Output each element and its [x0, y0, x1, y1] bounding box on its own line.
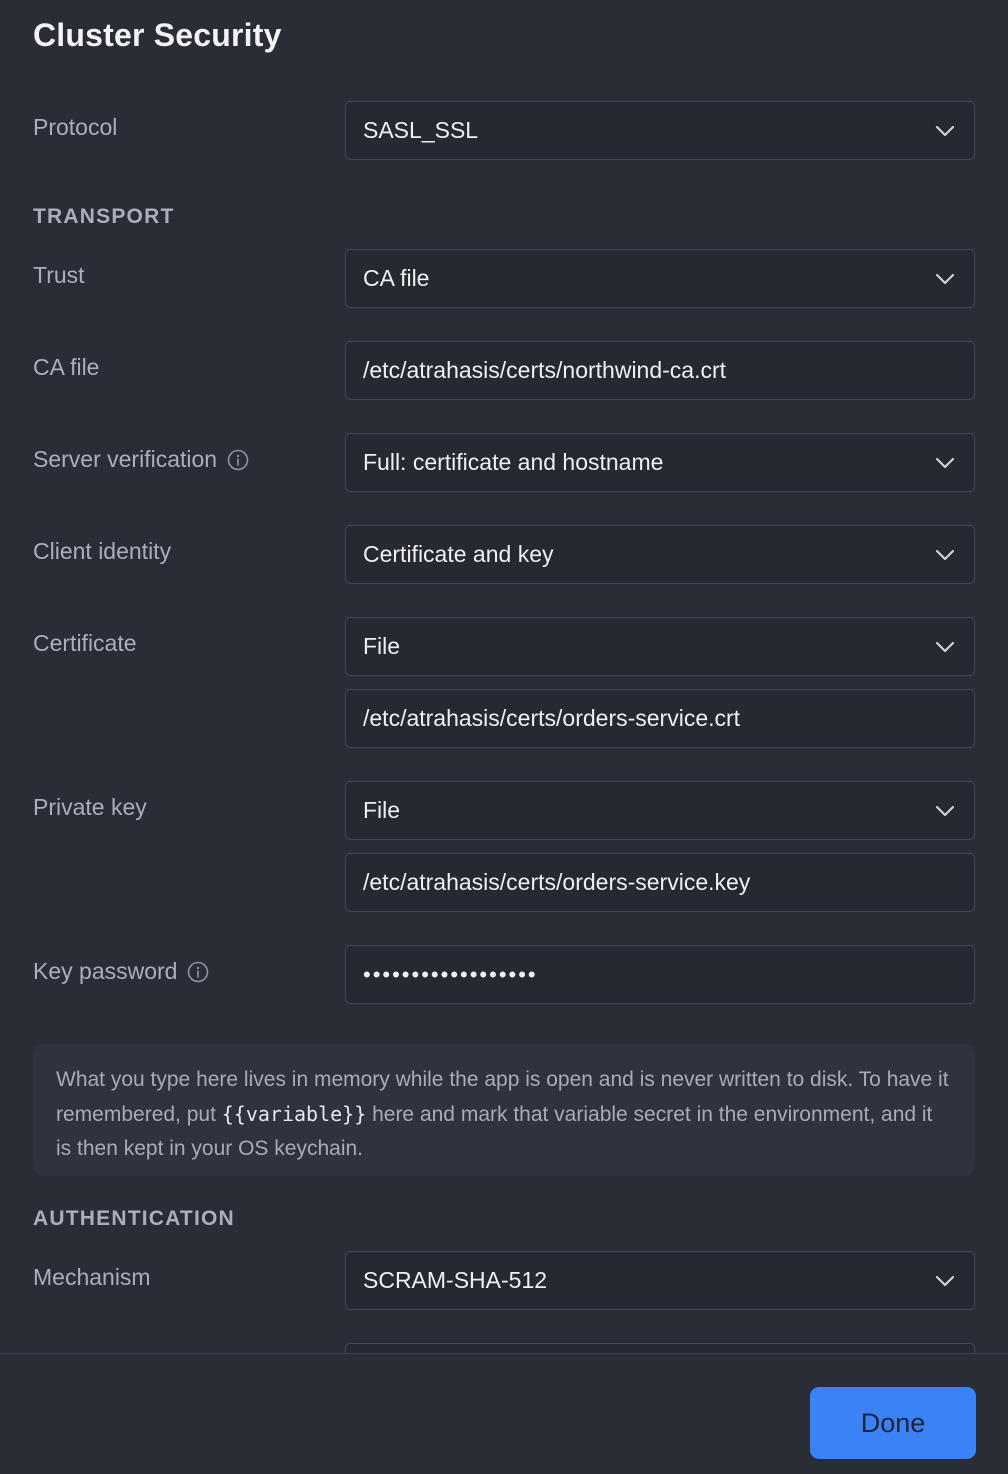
ca-file-value: /etc/atrahasis/certs/northwind-ca.crt [363, 357, 727, 383]
private-key-source-select[interactable]: File [345, 781, 975, 840]
ca-file-input[interactable]: /etc/atrahasis/certs/northwind-ca.crt [345, 341, 975, 400]
certificate-source-value: File [363, 633, 401, 659]
variable-code: {{variable}} [221, 1102, 367, 1126]
chevron-down-icon [935, 805, 955, 817]
private-key-path-value: /etc/atrahasis/certs/orders-service.key [363, 869, 751, 895]
protocol-label: Protocol [33, 114, 118, 140]
trust-value: CA file [363, 265, 430, 291]
private-key-label: Private key [33, 794, 147, 820]
certificate-source-select[interactable]: File [345, 617, 975, 676]
chevron-down-icon [935, 273, 955, 285]
key-password-label: Key password [33, 958, 209, 985]
mechanism-select[interactable]: SCRAM-SHA-512 [345, 1251, 975, 1310]
ca-file-label: CA file [33, 354, 100, 380]
dialog-footer: Done [0, 1353, 1008, 1474]
protocol-value: SASL_SSL [363, 117, 479, 143]
mechanism-value: SCRAM-SHA-512 [363, 1267, 548, 1293]
protocol-select[interactable]: SASL_SSL [345, 101, 975, 160]
client-identity-select[interactable]: Certificate and key [345, 525, 975, 584]
transport-section-heading: TRANSPORT [33, 205, 175, 228]
chevron-down-icon [935, 641, 955, 653]
server-verification-label: Server verification [33, 446, 249, 473]
client-identity-label: Client identity [33, 538, 172, 564]
next-field-partial[interactable] [345, 1343, 975, 1353]
cluster-security-dialog: Cluster Security Protocol SASL_SSL TRANS… [0, 0, 1008, 1474]
chevron-down-icon [935, 1275, 955, 1287]
certificate-path-input[interactable]: /etc/atrahasis/certs/orders-service.crt [345, 689, 975, 748]
dialog-title: Cluster Security [33, 17, 282, 53]
dialog-body[interactable]: Cluster Security Protocol SASL_SSL TRANS… [0, 0, 1008, 1353]
server-verification-value: Full: certificate and hostname [363, 449, 664, 475]
secret-storage-note: What you type here lives in memory while… [33, 1044, 975, 1176]
chevron-down-icon [935, 457, 955, 469]
certificate-label: Certificate [33, 630, 137, 656]
done-button[interactable]: Done [810, 1387, 976, 1459]
private-key-path-input[interactable]: /etc/atrahasis/certs/orders-service.key [345, 853, 975, 912]
mechanism-label: Mechanism [33, 1264, 151, 1290]
trust-select[interactable]: CA file [345, 249, 975, 308]
chevron-down-icon [935, 125, 955, 137]
info-icon[interactable] [227, 449, 249, 471]
authentication-section-heading: AUTHENTICATION [33, 1207, 235, 1230]
server-verification-select[interactable]: Full: certificate and hostname [345, 433, 975, 492]
client-identity-value: Certificate and key [363, 541, 554, 567]
private-key-source-value: File [363, 797, 401, 823]
certificate-path-value: /etc/atrahasis/certs/orders-service.crt [363, 705, 741, 731]
key-password-value: •••••••••••••••••• [363, 961, 538, 987]
info-icon[interactable] [187, 961, 209, 983]
key-password-input[interactable]: •••••••••••••••••• [345, 945, 975, 1004]
trust-label: Trust [33, 262, 85, 288]
chevron-down-icon [935, 549, 955, 561]
